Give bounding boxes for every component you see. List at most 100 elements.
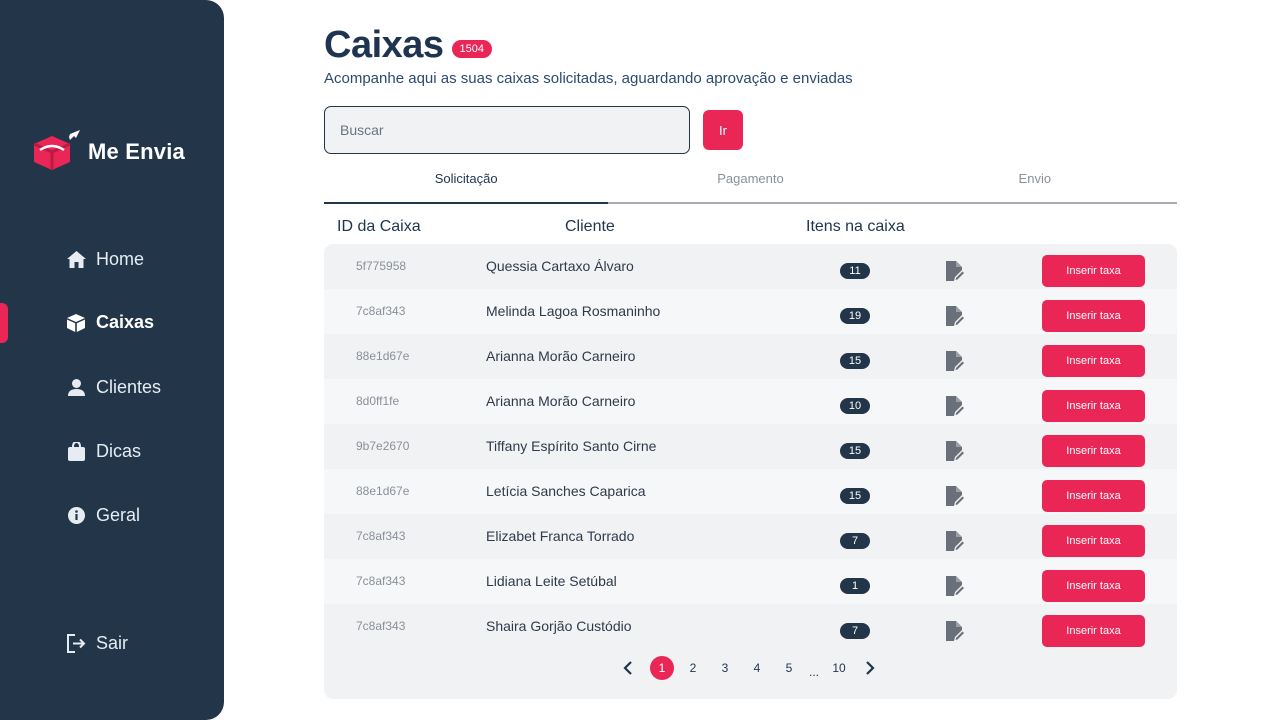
- table-header: ID da Caixa Cliente Itens na caixa: [324, 218, 1177, 240]
- items-count-badge: 15: [840, 488, 870, 504]
- sidebar-item-home[interactable]: Home: [66, 249, 144, 270]
- page-button[interactable]: 5: [777, 656, 801, 680]
- page-title: Caixas: [324, 24, 444, 66]
- client-name: Melinda Lagoa Rosmaninho: [486, 303, 661, 319]
- chevron-left-icon[interactable]: [620, 656, 636, 680]
- insert-fee-button[interactable]: Inserir taxa: [1042, 570, 1145, 602]
- sidebar-item-label: Home: [96, 249, 145, 269]
- column-header-client: Cliente: [565, 218, 615, 235]
- items-count-badge: 15: [840, 353, 870, 369]
- box-icon: [66, 313, 86, 333]
- edit-document-icon[interactable]: [946, 621, 966, 641]
- count-badge: 1504: [451, 39, 493, 58]
- insert-fee-button[interactable]: Inserir taxa: [1042, 615, 1145, 647]
- insert-fee-button[interactable]: Inserir taxa: [1042, 390, 1145, 422]
- table-row: 7c8af343 Elizabet Franca Torrado 7 Inserir …: [324, 514, 1177, 559]
- page-button[interactable]: 2: [681, 656, 705, 680]
- items-count-badge: 15: [840, 443, 870, 459]
- sidebar-item-clientes[interactable]: Clientes: [66, 377, 161, 398]
- tab-solicitacao[interactable]: Solicitação: [324, 164, 609, 204]
- bag-icon: [66, 442, 86, 462]
- items-count-badge: 7: [840, 533, 870, 549]
- table-row: 88e1d67e Arianna Morão Carneiro 15 Inserir …: [324, 334, 1177, 379]
- user-icon: [66, 378, 86, 398]
- insert-fee-button[interactable]: Inserir taxa: [1042, 255, 1145, 287]
- page-button[interactable]: 3: [713, 656, 737, 680]
- logo-icon: [33, 130, 80, 170]
- logout-button[interactable]: Sair: [66, 633, 128, 654]
- box-id: 5f775958: [356, 259, 407, 273]
- items-count-badge: 11: [840, 263, 870, 279]
- items-count-badge: 19: [840, 308, 870, 324]
- chevron-right-icon[interactable]: [862, 656, 878, 680]
- sidebar-item-label: Caixas: [96, 312, 155, 332]
- box-id: 7c8af343: [356, 529, 406, 543]
- box-id: 7c8af343: [356, 304, 406, 318]
- table-row: 5f775958 Quessia Cartaxo Álvaro 11 Inserir …: [324, 244, 1177, 289]
- column-header-id: ID da Caixa: [337, 218, 421, 235]
- sidebar-item-dicas[interactable]: Dicas: [66, 441, 141, 462]
- edit-document-icon[interactable]: [946, 531, 966, 551]
- tab-envio[interactable]: Envio: [893, 164, 1177, 202]
- client-name: Lidiana Leite Setúbal: [486, 573, 617, 589]
- insert-fee-button[interactable]: Inserir taxa: [1042, 525, 1145, 557]
- client-name: Arianna Morão Carneiro: [486, 393, 636, 409]
- column-header-items: Itens na caixa: [806, 218, 905, 235]
- logout-icon: [66, 634, 86, 654]
- sidebar-item-label: Dicas: [96, 441, 142, 461]
- page-ellipsis: ...: [808, 665, 819, 679]
- edit-document-icon[interactable]: [946, 441, 966, 461]
- table-row: 7c8af343 Lidiana Leite Setúbal 1 Inserir ta…: [324, 559, 1177, 604]
- edit-document-icon[interactable]: [946, 576, 966, 596]
- sidebar-item-label: Geral: [96, 505, 141, 525]
- box-id: 88e1d67e: [356, 349, 410, 363]
- box-id: 8d0ff1fe: [356, 394, 400, 408]
- insert-fee-button[interactable]: Inserir taxa: [1042, 435, 1145, 467]
- box-id: 7c8af343: [356, 574, 406, 588]
- box-id: 88e1d67e: [356, 484, 410, 498]
- tab-bar: Solicitação Pagamento Envio: [324, 164, 1177, 204]
- pagination: 1 2 3 4 5 ... 10: [324, 656, 1177, 680]
- tab-pagamento[interactable]: Pagamento: [608, 164, 892, 202]
- edit-document-icon[interactable]: [946, 306, 966, 326]
- page-button[interactable]: 4: [745, 656, 769, 680]
- sidebar-item-caixas[interactable]: Caixas: [66, 312, 154, 333]
- client-name: Letícia Sanches Caparica: [486, 483, 646, 499]
- edit-document-icon[interactable]: [946, 486, 966, 506]
- page-button[interactable]: 1: [650, 656, 674, 680]
- info-icon: [66, 506, 86, 526]
- search-go-button[interactable]: Ir: [703, 110, 743, 150]
- insert-fee-button[interactable]: Inserir taxa: [1042, 345, 1145, 377]
- logo[interactable]: Me Envia: [30, 128, 185, 176]
- page-subtitle: Acompanhe aqui as suas caixas solicitada…: [324, 70, 853, 87]
- edit-document-icon[interactable]: [946, 351, 966, 371]
- insert-fee-button[interactable]: Inserir taxa: [1042, 300, 1145, 332]
- edit-document-icon[interactable]: [946, 396, 966, 416]
- table-row: 7c8af343 Melinda Lagoa Rosmaninho 19 Inseri…: [324, 289, 1177, 334]
- box-id: 7c8af343: [356, 619, 406, 633]
- sidebar-item-geral[interactable]: Geral: [66, 505, 140, 526]
- page-button[interactable]: 10: [827, 656, 851, 680]
- insert-fee-button[interactable]: Inserir taxa: [1042, 480, 1145, 512]
- table-row: 8d0ff1fe Arianna Morão Carneiro 10 Inserir …: [324, 379, 1177, 424]
- client-name: Shaira Gorjão Custódio: [486, 618, 632, 634]
- sidebar: Me Envia Home Caixas Clientes Dicas Gera…: [0, 0, 224, 720]
- box-id: 9b7e2670: [356, 439, 410, 453]
- brand-name: Me Envia: [88, 139, 185, 164]
- home-icon: [66, 250, 86, 270]
- search-input[interactable]: [324, 106, 690, 154]
- table-row: 7c8af343 Shaira Gorjão Custódio 7 Inserir t…: [324, 604, 1177, 649]
- items-count-badge: 1: [840, 578, 870, 594]
- client-name: Arianna Morão Carneiro: [486, 348, 636, 364]
- edit-document-icon[interactable]: [946, 261, 966, 281]
- client-name: Tiffany Espírito Santo Cirne: [486, 438, 657, 454]
- title-row: Caixas 1504: [324, 24, 493, 67]
- active-indicator: [0, 303, 8, 343]
- client-name: Elizabet Franca Torrado: [486, 528, 635, 544]
- table-row: 88e1d67e Letícia Sanches Caparica 15 Inseri…: [324, 469, 1177, 514]
- boxes-table: 5f775958 Quessia Cartaxo Álvaro 11 Inserir …: [324, 244, 1177, 699]
- logout-label: Sair: [96, 633, 129, 653]
- sidebar-item-label: Clientes: [96, 377, 162, 397]
- client-name: Quessia Cartaxo Álvaro: [486, 258, 634, 274]
- items-count-badge: 7: [840, 623, 870, 639]
